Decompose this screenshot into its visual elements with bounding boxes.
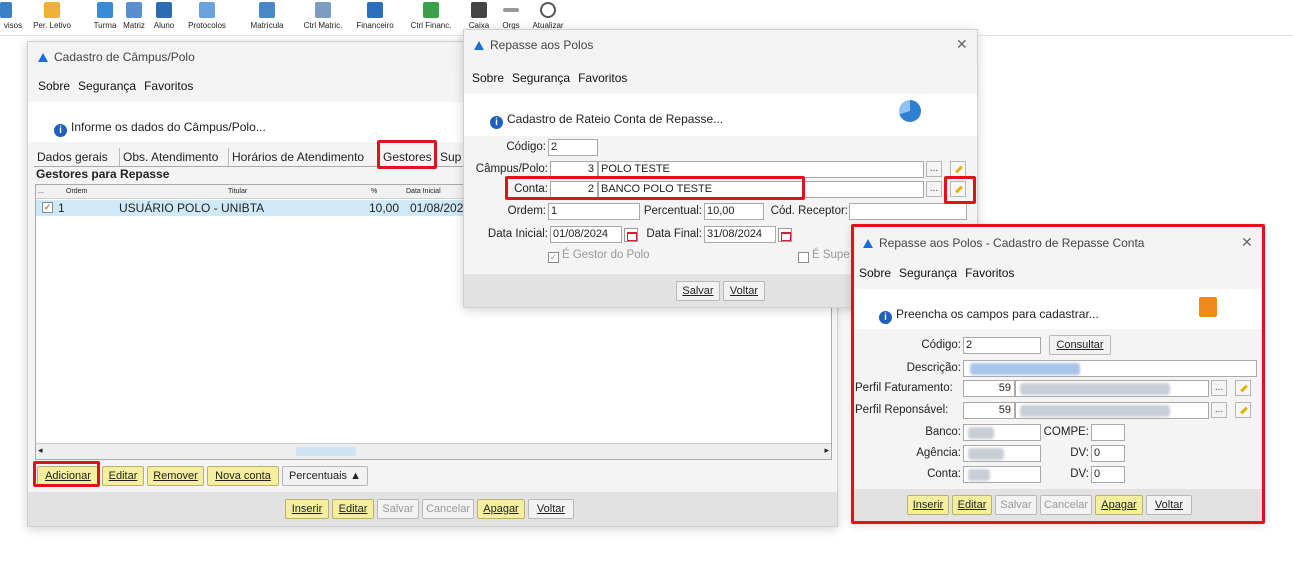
cod-receptor-field[interactable]	[849, 203, 967, 220]
inserir-button[interactable]: Inserir	[285, 499, 329, 519]
pie-chart-icon	[899, 100, 921, 122]
data-inicial-calendar-icon[interactable]	[624, 228, 638, 242]
protocol-icon	[199, 2, 215, 18]
scroll-left-icon[interactable]: ◂	[38, 445, 43, 456]
col-percent: %	[371, 188, 378, 195]
info-icon: i	[54, 124, 67, 137]
codigo-label: Código:	[506, 141, 546, 153]
group-icon	[97, 2, 113, 18]
campus-bottom-bar: Inserir Editar Salvar Cancelar Apagar Vo…	[28, 492, 837, 526]
campus-edit-pencil-icon[interactable]	[950, 161, 966, 177]
menu-seguranca[interactable]: Segurança	[78, 79, 136, 93]
data-final-calendar-icon[interactable]	[778, 228, 792, 242]
menu-favoritos[interactable]: Favoritos	[144, 79, 193, 93]
toolbar-avisos[interactable]: visos	[0, 0, 26, 36]
repasse-menubar: Sobre Segurança Favoritos	[472, 71, 635, 85]
percentuais-dropdown[interactable]: Percentuais ▲	[282, 466, 368, 486]
editar-list-button[interactable]: Editar	[102, 466, 144, 486]
highlight-gestores-tab	[377, 140, 437, 169]
app-logo-icon	[474, 40, 484, 50]
remover-button[interactable]: Remover	[147, 466, 204, 486]
avisos-icon	[0, 2, 12, 18]
toolbar-aluno[interactable]: Aluno	[151, 0, 177, 36]
tab-dados-gerais[interactable]: Dados gerais	[34, 148, 108, 166]
highlight-cadastro-conta-window	[851, 224, 1265, 524]
salvar-button[interactable]: Salvar	[676, 281, 720, 301]
ordem-label: Ordem:	[507, 205, 546, 217]
data-inicial-field[interactable]: 01/08/2024	[550, 226, 622, 243]
control-enrollment-icon	[315, 2, 331, 18]
highlight-conta-edit	[944, 176, 976, 204]
menu-seguranca[interactable]: Segurança	[512, 71, 570, 85]
student-icon	[156, 2, 172, 18]
row-data-inicial: 01/08/202	[410, 201, 464, 215]
col-titular: Titular	[228, 188, 248, 195]
toolbar-ctrl-matric[interactable]: Ctrl Matric.	[300, 0, 346, 36]
ordem-field[interactable]: 1	[548, 203, 640, 220]
gestor-checkbox[interactable]: ✓	[548, 252, 559, 263]
super-checkbox-label: É Supe	[812, 249, 850, 261]
menu-favoritos[interactable]: Favoritos	[578, 71, 627, 85]
tab-sup[interactable]: Sup	[436, 148, 461, 166]
tab-obs-atendimento[interactable]: Obs. Atendimento	[119, 148, 218, 166]
codigo-field[interactable]: 2	[548, 139, 598, 156]
salvar-button[interactable]: Salvar	[377, 499, 419, 519]
voltar-button[interactable]: Voltar	[528, 499, 574, 519]
toolbar-protocolos[interactable]: Protocolos	[184, 0, 230, 36]
enrollment-icon	[259, 2, 275, 18]
data-final-field[interactable]: 31/08/2024	[704, 226, 776, 243]
highlight-conta-field	[505, 176, 805, 200]
campus-lookup-button[interactable]: ...	[926, 161, 942, 177]
row-ordem: 1	[58, 201, 65, 215]
matrix-icon	[126, 2, 142, 18]
gestores-group-title: Gestores para Repasse	[36, 167, 170, 181]
super-checkbox[interactable]	[798, 252, 809, 263]
percentual-field[interactable]: 10,00	[704, 203, 764, 220]
menu-sobre[interactable]: Sobre	[38, 79, 70, 93]
toolbar-per-letivo[interactable]: Per. Letivo	[32, 0, 72, 36]
scrollbar-thumb[interactable]	[296, 447, 356, 456]
row-percent: 10,00	[369, 201, 400, 215]
voltar-button[interactable]: Voltar	[723, 281, 765, 301]
cancelar-button[interactable]: Cancelar	[422, 499, 474, 519]
orgs-icon	[503, 8, 519, 12]
horizontal-scrollbar[interactable]: ◂ ▸	[36, 443, 831, 459]
editar-button[interactable]: Editar	[332, 499, 374, 519]
scroll-right-icon[interactable]: ▸	[824, 445, 829, 456]
close-icon[interactable]: ✕	[956, 36, 968, 53]
toolbar-ctrl-financ[interactable]: Ctrl Financ.	[406, 0, 456, 36]
tab-horarios[interactable]: Horários de Atendimento	[228, 148, 364, 166]
toolbar-matricula[interactable]: Matrícula	[247, 0, 287, 36]
row-titular: USUÁRIO POLO - UNIBTA	[119, 201, 265, 215]
highlight-adicionar-button	[33, 461, 100, 487]
refresh-icon	[540, 2, 556, 18]
col-ordem: Ordem	[66, 188, 88, 195]
calendar-icon	[44, 2, 60, 18]
conta-lookup-button[interactable]: ...	[926, 181, 942, 197]
nova-conta-button[interactable]: Nova conta	[207, 466, 279, 486]
repasse-window-titlebar: Repasse aos Polos	[464, 30, 977, 60]
row-checkbox[interactable]: ✓	[42, 202, 53, 213]
toolbar-matriz[interactable]: Matriz	[121, 0, 147, 36]
info-icon: i	[490, 116, 503, 129]
control-finance-icon	[423, 2, 439, 18]
cod-receptor-label: Cód. Receptor:	[770, 205, 848, 217]
gestor-checkbox-label: É Gestor do Polo	[562, 249, 650, 261]
finance-icon	[367, 2, 383, 18]
col-data-inicial: Data Inicial	[406, 188, 441, 195]
data-inicial-label: Data Inicial:	[487, 228, 548, 240]
col-select: ...	[38, 188, 44, 195]
data-final-label: Data Final:	[646, 228, 702, 240]
toolbar-turma[interactable]: Turma	[92, 0, 118, 36]
app-logo-icon	[38, 52, 48, 62]
cash-register-icon	[471, 2, 487, 18]
percentual-label: Percentual:	[643, 205, 702, 217]
menu-sobre[interactable]: Sobre	[472, 71, 504, 85]
toolbar-financeiro[interactable]: Financeiro	[352, 0, 398, 36]
apagar-button[interactable]: Apagar	[477, 499, 525, 519]
campus-menubar: Sobre Segurança Favoritos	[38, 79, 201, 93]
